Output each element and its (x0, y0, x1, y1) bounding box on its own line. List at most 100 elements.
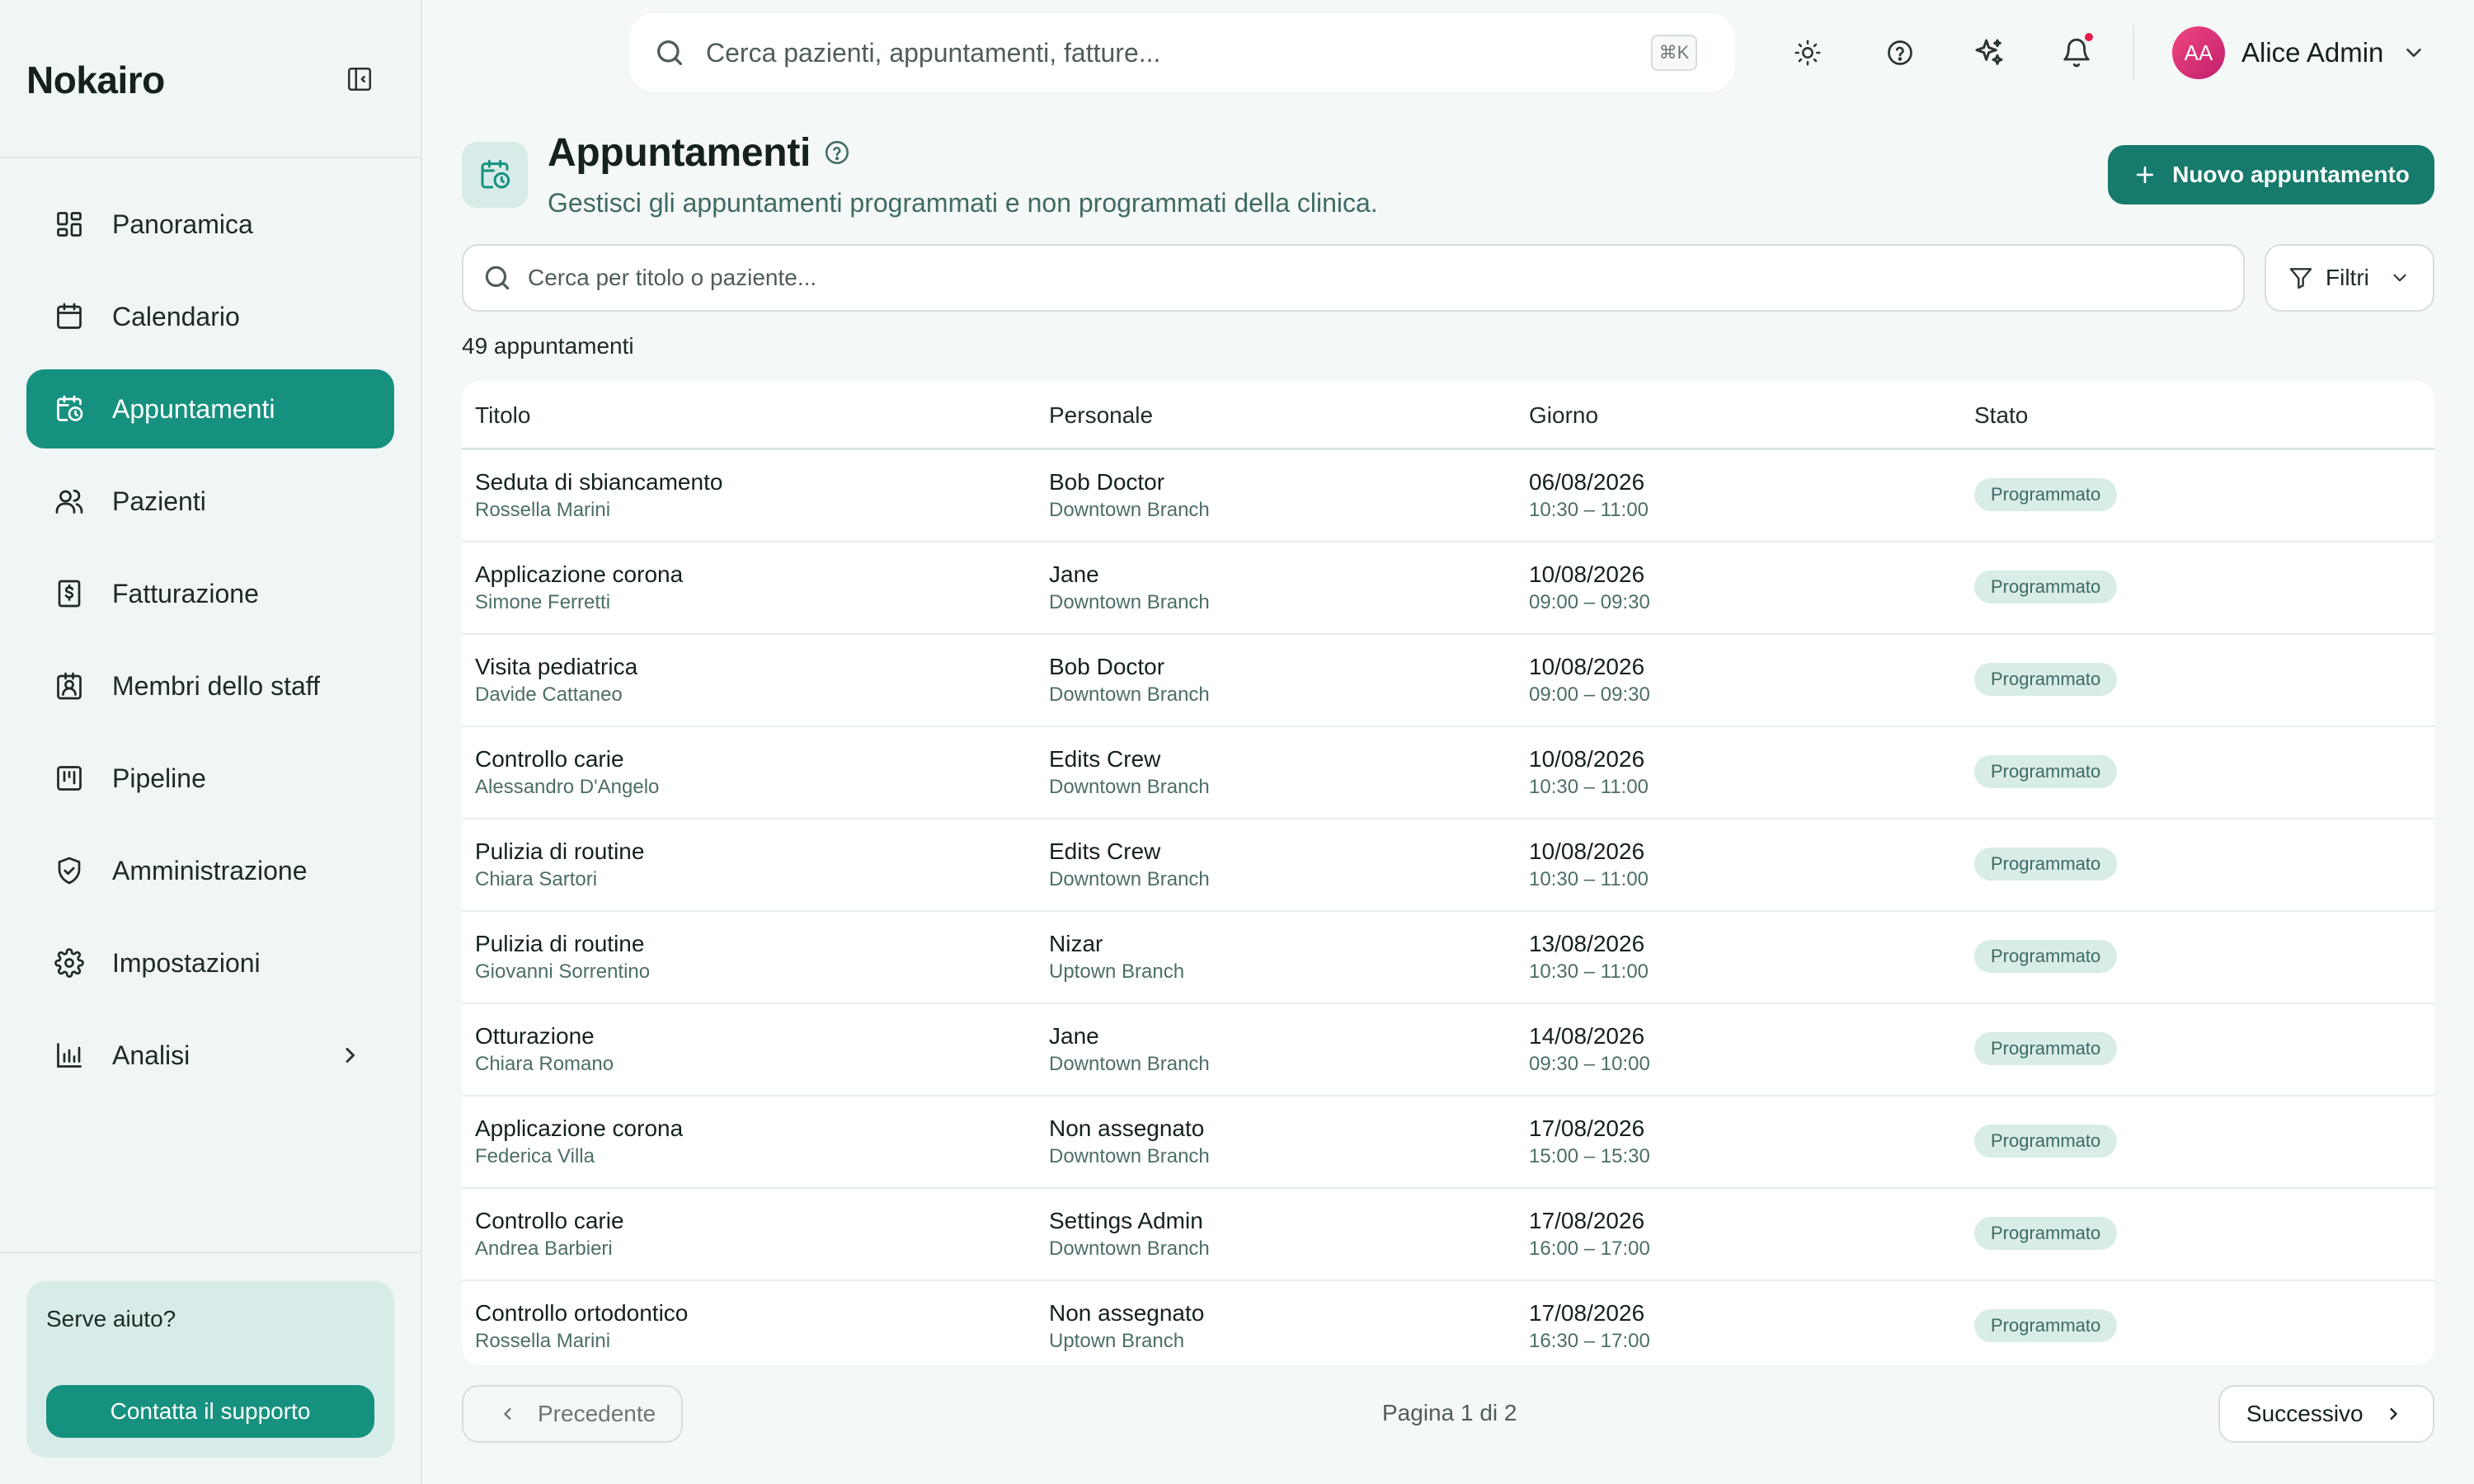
column-header-status[interactable]: Stato (1974, 402, 2028, 429)
cell-title: Pulizia di routine Giovanni Sorrentino (475, 930, 650, 984)
patient-name: Federica Villa (475, 1145, 595, 1167)
appointment-search-input[interactable]: Cerca per titolo o paziente... (462, 244, 2245, 312)
sidebar-item-fatturazione[interactable]: Fatturazione (26, 554, 394, 633)
appointment-date: 17/08/2026 (1529, 1300, 1645, 1326)
new-appointment-label: Nuovo appuntamento (2172, 162, 2410, 187)
table-row[interactable]: Controllo carie Andrea Barbieri Settings … (462, 1189, 2434, 1281)
sidebar-item-label: Amministrazione (112, 855, 308, 885)
sidebar-item-impostazioni[interactable]: Impostazioni (26, 923, 394, 1003)
global-search-placeholder: Cerca pazienti, appuntamenti, fatture... (706, 37, 1161, 68)
theme-toggle-sun-icon[interactable] (1790, 35, 1826, 71)
table-row[interactable]: Controllo ortodontico Rossella Marini Non… (462, 1281, 2434, 1365)
cell-title: Applicazione corona Simone Ferretti (475, 561, 683, 615)
cell-staff: Jane Downtown Branch (1049, 1022, 1210, 1077)
staff-name: Edits Crew (1049, 746, 1161, 772)
new-appointment-button[interactable]: Nuovo appuntamento (2108, 145, 2434, 204)
shield-check-icon (53, 854, 86, 887)
sidebar-item-analisi[interactable]: Analisi (26, 1016, 394, 1095)
status-badge: Programmato (1974, 1309, 2118, 1342)
gear-icon (53, 946, 86, 979)
next-page-label: Successivo (2246, 1401, 2363, 1426)
sidebar-item-label: Pazienti (112, 486, 206, 516)
appointment-time: 09:30 – 10:00 (1529, 1053, 1650, 1075)
appointment-date: 17/08/2026 (1529, 1208, 1645, 1233)
status-badge: Programmato (1974, 663, 2118, 696)
sidebar-collapse-icon[interactable] (345, 64, 374, 94)
sidebar-item-pazienti[interactable]: Pazienti (26, 462, 394, 541)
page-help-icon[interactable] (823, 139, 851, 167)
table-row[interactable]: Pulizia di routine Chiara Sartori Edits C… (462, 819, 2434, 912)
plus-icon (2133, 162, 2157, 187)
cell-status: Programmato (1974, 1125, 2118, 1158)
cell-staff: Edits Crew Downtown Branch (1049, 745, 1210, 800)
sidebar-item-amministrazione[interactable]: Amministrazione (26, 831, 394, 910)
sidebar-footer: Serve aiuto? Contatta il supporto (0, 1252, 422, 1484)
appointment-time: 16:00 – 17:00 (1529, 1237, 1650, 1260)
cell-title: Controllo carie Andrea Barbieri (475, 1207, 624, 1261)
ai-sparkles-icon[interactable] (1971, 35, 2007, 71)
cell-day: 10/08/2026 09:00 – 09:30 (1529, 561, 1650, 615)
cell-title: Seduta di sbiancamento Rossella Marini (475, 468, 722, 523)
appointment-title: Pulizia di routine (475, 838, 645, 864)
chevron-right-icon (2382, 1402, 2405, 1425)
appointment-title: Controllo carie (475, 1208, 624, 1233)
cell-staff: Settings Admin Downtown Branch (1049, 1207, 1210, 1261)
contact-support-button[interactable]: Contatta il supporto (46, 1385, 374, 1438)
appointment-date: 10/08/2026 (1529, 654, 1645, 679)
cell-status: Programmato (1974, 663, 2118, 696)
branch-name: Downtown Branch (1049, 1237, 1210, 1260)
appointment-date: 10/08/2026 (1529, 838, 1645, 864)
notifications-bell-icon[interactable] (2058, 31, 2095, 71)
appointments-table: Titolo Personale Giorno Stato Seduta di … (462, 381, 2434, 1365)
sidebar-item-pipeline[interactable]: Pipeline (26, 739, 394, 818)
next-page-button[interactable]: Successivo (2218, 1385, 2434, 1443)
sidebar-item-panoramica[interactable]: Panoramica (26, 185, 394, 264)
column-header-staff[interactable]: Personale (1049, 402, 1153, 429)
global-search-input[interactable]: Cerca pazienti, appuntamenti, fatture...… (628, 13, 1735, 92)
sidebar-item-staff[interactable]: Membri dello staff (26, 646, 394, 726)
user-menu[interactable]: AA Alice Admin (2172, 25, 2426, 81)
appointment-date: 10/08/2026 (1529, 746, 1645, 772)
table-row[interactable]: Applicazione corona Federica Villa Non as… (462, 1097, 2434, 1189)
table-row[interactable]: Pulizia di routine Giovanni Sorrentino Ni… (462, 912, 2434, 1004)
branch-name: Downtown Branch (1049, 868, 1210, 890)
search-icon (653, 36, 686, 69)
status-badge: Programmato (1974, 940, 2118, 973)
previous-page-button[interactable]: Precedente (462, 1385, 683, 1443)
cell-staff: Non assegnato Uptown Branch (1049, 1299, 1204, 1354)
staff-name: Non assegnato (1049, 1115, 1205, 1141)
appointment-count: 49 appuntamenti (462, 333, 634, 359)
appointment-date: 17/08/2026 (1529, 1115, 1645, 1141)
table-row[interactable]: Otturazione Chiara Romano Jane Downtown Br… (462, 1004, 2434, 1097)
sidebar-item-calendario[interactable]: Calendario (26, 277, 394, 356)
table-row[interactable]: Applicazione corona Simone Ferretti Jane D… (462, 542, 2434, 635)
previous-page-label: Precedente (538, 1401, 656, 1426)
appointment-title: Controllo carie (475, 746, 624, 772)
brand-logo[interactable]: Nokairo (26, 58, 165, 102)
chevron-down-icon (2401, 40, 2426, 65)
filters-button[interactable]: Filtri (2265, 244, 2434, 312)
patient-name: Chiara Romano (475, 1053, 614, 1075)
cell-status: Programmato (1974, 571, 2118, 603)
chevron-down-icon (2389, 267, 2411, 289)
status-badge: Programmato (1974, 755, 2118, 788)
help-circle-icon[interactable] (1882, 35, 1918, 71)
sidebar-nav: Panoramica Calendario Appuntamenti Pazie… (26, 185, 394, 1108)
patient-name: Chiara Sartori (475, 868, 598, 890)
table-row[interactable]: Controllo carie Alessandro D'Angelo Edits… (462, 727, 2434, 819)
sidebar-item-appuntamenti[interactable]: Appuntamenti (26, 369, 394, 448)
appointment-date: 06/08/2026 (1529, 469, 1645, 495)
cell-day: 10/08/2026 09:00 – 09:30 (1529, 653, 1650, 707)
cell-status: Programmato (1974, 1309, 2118, 1342)
column-header-title[interactable]: Titolo (475, 402, 530, 429)
patient-name: Davide Cattaneo (475, 683, 623, 706)
table-row[interactable]: Visita pediatrica Davide Cattaneo Bob Doc… (462, 635, 2434, 727)
staff-badge-icon (53, 669, 86, 702)
appointment-time: 10:30 – 11:00 (1529, 868, 1649, 890)
table-row[interactable]: Seduta di sbiancamento Rossella Marini Bo… (462, 450, 2434, 542)
appointment-title: Applicazione corona (475, 561, 684, 587)
sidebar: Nokairo Panoramica Calendario Appuntamen… (0, 0, 422, 1484)
column-header-day[interactable]: Giorno (1529, 402, 1598, 429)
cell-status: Programmato (1974, 848, 2118, 881)
patient-name: Andrea Barbieri (475, 1237, 613, 1260)
